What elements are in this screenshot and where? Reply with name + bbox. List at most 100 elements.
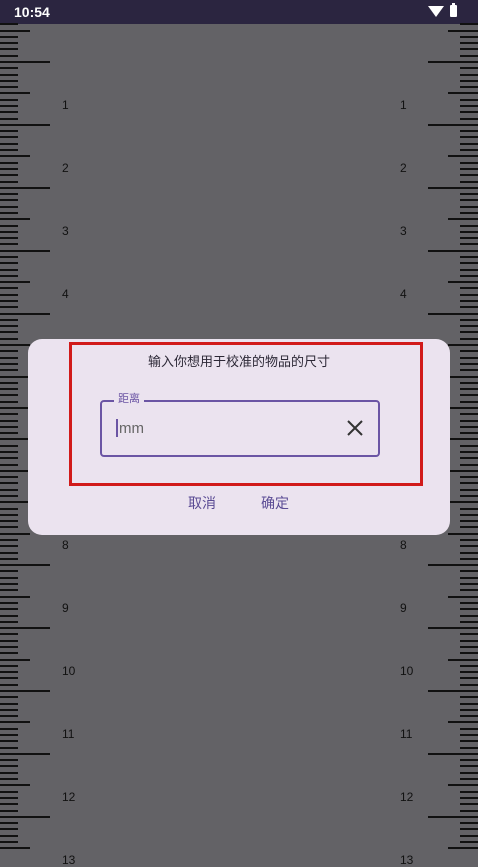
ruler-tick xyxy=(460,161,478,164)
ruler-tick xyxy=(460,255,478,258)
ruler-tick xyxy=(460,98,478,101)
ruler-tick xyxy=(0,784,30,787)
ruler-tick xyxy=(460,545,478,548)
ruler-tick xyxy=(0,155,30,158)
ruler-tick xyxy=(0,526,18,529)
ruler-tick xyxy=(448,469,478,472)
ruler-tick xyxy=(428,627,478,630)
ruler-tick xyxy=(460,167,478,170)
ruler-tick xyxy=(460,130,478,133)
ruler-tick xyxy=(0,847,30,850)
cancel-button[interactable]: 取消 xyxy=(188,493,216,513)
ruler-tick xyxy=(460,54,478,57)
ruler-tick xyxy=(0,268,18,271)
ruler-tick xyxy=(460,683,478,686)
ruler-tick xyxy=(0,463,18,466)
ruler-tick xyxy=(460,488,478,491)
ruler-tick xyxy=(460,73,478,76)
ruler-tick xyxy=(0,671,18,674)
ruler-tick xyxy=(460,727,478,730)
ruler-label: 11 xyxy=(400,726,413,741)
ruler-tick xyxy=(448,281,478,284)
ruler-tick xyxy=(0,174,18,177)
ruler-tick xyxy=(460,268,478,271)
ruler-tick xyxy=(0,589,18,592)
ruler-tick xyxy=(460,734,478,737)
ruler-tick xyxy=(0,224,18,227)
ruler-tick xyxy=(0,778,18,781)
ruler-tick xyxy=(0,702,18,705)
ruler-tick xyxy=(0,98,18,101)
ruler-tick xyxy=(460,759,478,762)
ruler-tick xyxy=(0,73,18,76)
ruler-tick xyxy=(460,840,478,843)
ruler-tick xyxy=(0,167,18,170)
ruler-tick xyxy=(0,696,18,699)
ruler-tick xyxy=(460,274,478,277)
ruler-tick xyxy=(0,840,18,843)
ruler-tick xyxy=(0,237,18,240)
ruler-tick xyxy=(0,193,18,196)
ruler-tick xyxy=(428,312,478,315)
ruler-tick xyxy=(460,778,478,781)
ruler-tick xyxy=(0,300,18,303)
ruler-tick xyxy=(460,193,478,196)
ruler-tick xyxy=(460,715,478,718)
ruler-tick xyxy=(460,180,478,183)
ruler-tick xyxy=(0,105,18,108)
ruler-tick xyxy=(0,520,18,523)
ruler-tick xyxy=(460,318,478,321)
ruler-tick xyxy=(0,690,50,692)
ruler-tick xyxy=(0,796,18,799)
ruler-tick xyxy=(0,117,18,120)
ruler-tick xyxy=(460,35,478,38)
ruler-tick xyxy=(460,526,478,529)
ruler-tick xyxy=(0,444,18,447)
ruler-tick xyxy=(460,199,478,202)
ruler-tick xyxy=(460,394,478,397)
ruler-tick xyxy=(0,369,18,372)
ruler-tick xyxy=(0,400,18,403)
ruler-tick xyxy=(0,457,18,460)
ruler-tick xyxy=(0,318,18,321)
ruler-tick xyxy=(428,564,478,567)
ruler-tick xyxy=(0,790,18,793)
ruler-tick xyxy=(428,123,478,126)
ruler-tick xyxy=(460,507,478,510)
ruler-tick xyxy=(460,463,478,466)
ruler-tick xyxy=(0,683,18,686)
status-time: 10:54 xyxy=(14,4,50,20)
ruler-tick xyxy=(0,205,18,208)
ruler-tick xyxy=(460,142,478,145)
ruler-tick xyxy=(0,721,30,724)
ruler-tick xyxy=(0,67,18,70)
ruler-tick xyxy=(460,803,478,806)
ruler-label: 4 xyxy=(400,286,407,301)
ruler-tick xyxy=(0,48,18,51)
ruler-tick xyxy=(460,614,478,617)
ruler-tick xyxy=(0,734,18,737)
ruler-tick xyxy=(0,595,30,598)
confirm-button[interactable]: 确定 xyxy=(261,493,289,513)
ruler-tick xyxy=(460,645,478,648)
ruler-tick xyxy=(460,771,478,774)
ruler-tick xyxy=(460,740,478,743)
ruler-tick xyxy=(448,406,478,409)
ruler-tick xyxy=(0,715,18,718)
ruler-tick xyxy=(0,293,18,296)
ruler-tick xyxy=(0,822,18,825)
ruler-tick xyxy=(0,620,18,623)
ruler-tick xyxy=(0,576,18,579)
ruler-tick xyxy=(460,79,478,82)
ruler-tick xyxy=(0,306,18,309)
ruler-tick xyxy=(0,230,18,233)
ruler-tick xyxy=(0,495,18,497)
ruler-tick xyxy=(0,23,18,26)
ruler-tick xyxy=(448,721,478,724)
ruler-tick xyxy=(460,671,478,674)
ruler-tick xyxy=(0,54,18,57)
ruler-tick xyxy=(0,356,18,359)
ruler-tick xyxy=(0,180,18,183)
ruler-tick xyxy=(0,331,18,334)
ruler-tick xyxy=(460,48,478,51)
